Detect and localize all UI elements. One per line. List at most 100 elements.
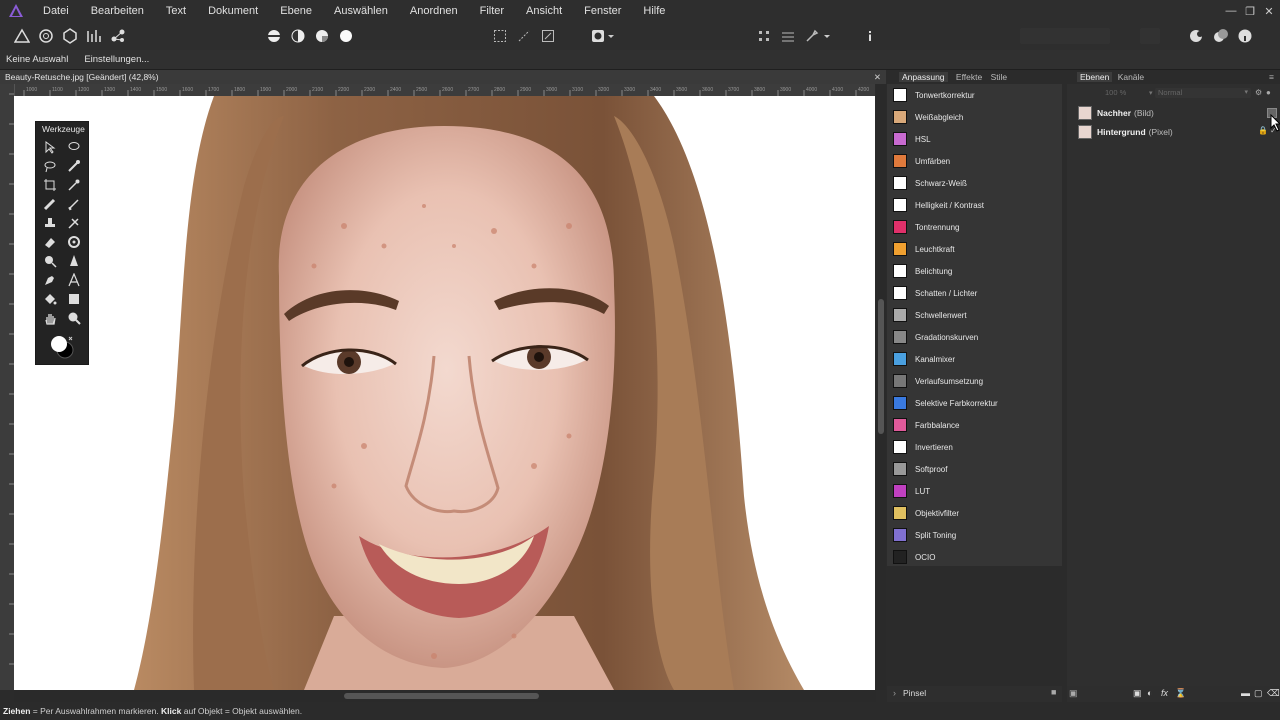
adjustment-item[interactable]: Umfärben <box>893 150 1058 172</box>
arrange-layers-icon[interactable] <box>1213 28 1229 44</box>
app-logo-icon[interactable] <box>8 3 24 19</box>
pixel-tool-icon[interactable] <box>67 197 81 211</box>
invert-selection-icon[interactable] <box>540 28 556 44</box>
lasso-tool-icon[interactable] <box>43 159 57 173</box>
adjustment-item[interactable]: HSL <box>893 128 1058 150</box>
document-canvas[interactable] <box>14 96 875 690</box>
adjustment-item[interactable]: Leuchtkraft <box>893 238 1058 260</box>
hand-tool-icon[interactable] <box>43 311 57 325</box>
help-icon[interactable] <box>1237 28 1253 44</box>
auto-levels-icon[interactable] <box>266 28 282 44</box>
tab-anpassung[interactable]: Anpassung <box>899 72 948 82</box>
layer-lock-icon[interactable]: 🔒 <box>1258 126 1268 135</box>
panel-menu-icon[interactable]: ≡ <box>1269 70 1274 84</box>
info-icon[interactable] <box>862 28 878 44</box>
delete-layer-icon[interactable]: ⌫ <box>1267 688 1280 699</box>
adjustment-item[interactable]: Schwellenwert <box>893 304 1058 326</box>
pen-tool-icon[interactable] <box>43 273 57 287</box>
hourglass-icon[interactable]: ⌛ <box>1175 688 1186 699</box>
zoom-tool-icon[interactable] <box>67 311 81 325</box>
healing-brush-tool-icon[interactable] <box>67 216 81 230</box>
menu-ansicht[interactable]: Ansicht <box>515 0 573 22</box>
add-group-icon[interactable]: ▬ <box>1241 688 1250 698</box>
clone-stamp-tool-icon[interactable] <box>43 216 57 230</box>
menu-filter[interactable]: Filter <box>469 0 515 22</box>
adjustment-item[interactable]: OCIO <box>893 546 1058 568</box>
auto-contrast-icon[interactable] <box>290 28 306 44</box>
fill-tool-icon[interactable] <box>43 292 57 306</box>
adjustment-item[interactable]: Schwarz-Weiß <box>893 172 1058 194</box>
assistant-dropdown-icon[interactable] <box>822 28 832 44</box>
fx-icon[interactable]: fx <box>1161 688 1168 698</box>
menu-fenster[interactable]: Fenster <box>573 0 632 22</box>
lock-icon[interactable]: ● <box>1266 88 1271 97</box>
adjustment-item[interactable]: Objektivfilter <box>893 502 1058 524</box>
quick-mask-icon[interactable] <box>590 28 606 44</box>
freehand-selection-tool-icon[interactable] <box>67 140 81 154</box>
layer-stack-icon[interactable]: ▣ <box>1069 688 1078 699</box>
adjustment-item[interactable]: Farbbalance <box>893 414 1058 436</box>
menu-datei[interactable]: Datei <box>32 0 80 22</box>
document-tab[interactable]: Beauty-Retusche.jpg [Geändert] (42,8%) ✕ <box>0 70 886 84</box>
adjustment-item[interactable]: Kanalmixer <box>893 348 1058 370</box>
rectangle-tool-icon[interactable] <box>67 292 81 306</box>
assistant-icon[interactable] <box>804 28 820 44</box>
brush-menu-icon[interactable]: ■ <box>1051 687 1056 697</box>
close-document-icon[interactable]: ✕ <box>874 70 881 84</box>
menu-ebene[interactable]: Ebene <box>269 0 323 22</box>
adjustment-item[interactable]: Weißabgleich <box>893 106 1058 128</box>
tab-stile[interactable]: Stile <box>991 72 1008 82</box>
adjustment-layer-icon[interactable]: ◐ <box>1147 688 1152 698</box>
add-layer-icon[interactable]: ▢ <box>1254 688 1263 699</box>
chat-bubbles-icon[interactable] <box>1189 28 1205 44</box>
menu-dokument[interactable]: Dokument <box>197 0 269 22</box>
quick-mask-dropdown-icon[interactable] <box>606 28 616 44</box>
layer-row-nachher[interactable]: Nachher (Bild) <box>1078 105 1278 121</box>
opacity-field[interactable]: 100 % <box>1105 88 1126 97</box>
brush-expand-icon[interactable]: › <box>893 688 896 698</box>
marquee-select-icon[interactable] <box>492 28 508 44</box>
menu-auswaehlen[interactable]: Auswählen <box>323 0 399 22</box>
auto-colors-icon[interactable] <box>314 28 330 44</box>
adjustment-item[interactable]: Helligkeit / Kontrast <box>893 194 1058 216</box>
layer-settings-icon[interactable]: ⚙ <box>1255 88 1262 97</box>
adjustment-item[interactable]: Selektive Farbkorrektur <box>893 392 1058 414</box>
grid-align-icon[interactable] <box>780 28 796 44</box>
sharpen-tool-icon[interactable] <box>67 254 81 268</box>
horizontal-scrollbar[interactable] <box>14 690 876 702</box>
export-persona-icon[interactable] <box>110 28 126 44</box>
paint-brush-tool-icon[interactable] <box>43 197 57 211</box>
crop-tool-icon[interactable] <box>43 178 57 192</box>
selection-brush-tool-icon[interactable] <box>67 159 81 173</box>
vertical-scrollbar[interactable] <box>876 84 886 690</box>
color-swatches-icon[interactable] <box>49 334 75 360</box>
horizontal-scroll-thumb[interactable] <box>344 693 539 699</box>
tone-mapping-persona-icon[interactable] <box>86 28 102 44</box>
mask-layer-icon[interactable]: ▣ <box>1133 688 1142 699</box>
snapping-icon[interactable] <box>756 28 772 44</box>
adjustment-item[interactable]: LUT <box>893 480 1058 502</box>
deselect-icon[interactable] <box>516 28 532 44</box>
menu-bearbeiten[interactable]: Bearbeiten <box>80 0 155 22</box>
tab-ebenen[interactable]: Ebenen <box>1077 72 1113 82</box>
move-tool-icon[interactable] <box>43 140 57 154</box>
layer-row-hintergrund[interactable]: Hintergrund (Pixel) 🔒 ✓ <box>1078 124 1278 140</box>
tab-effekte[interactable]: Effekte <box>956 72 982 82</box>
blend-mode-select[interactable]: Normal ▾ <box>1155 88 1251 98</box>
adjustment-item[interactable]: Belichtung <box>893 260 1058 282</box>
menu-text[interactable]: Text <box>155 0 197 22</box>
vertical-scroll-thumb[interactable] <box>878 299 884 434</box>
menu-anordnen[interactable]: Anordnen <box>399 0 469 22</box>
adjustment-item[interactable]: Softproof <box>893 458 1058 480</box>
photo-persona-icon[interactable] <box>14 28 30 44</box>
develop-persona-icon[interactable] <box>62 28 78 44</box>
adjustment-item[interactable]: Gradationskurven <box>893 326 1058 348</box>
auto-white-balance-icon[interactable] <box>338 28 354 44</box>
blemish-removal-tool-icon[interactable] <box>67 235 81 249</box>
adjustment-item[interactable]: Invertieren <box>893 436 1058 458</box>
tab-kanaele[interactable]: Kanäle <box>1118 72 1144 82</box>
opacity-dropdown-icon[interactable]: ▾ <box>1149 89 1153 97</box>
menu-hilfe[interactable]: Hilfe <box>632 0 676 22</box>
eraser-tool-icon[interactable] <box>43 235 57 249</box>
adjustment-item[interactable]: Tonwertkorrektur <box>893 84 1058 106</box>
